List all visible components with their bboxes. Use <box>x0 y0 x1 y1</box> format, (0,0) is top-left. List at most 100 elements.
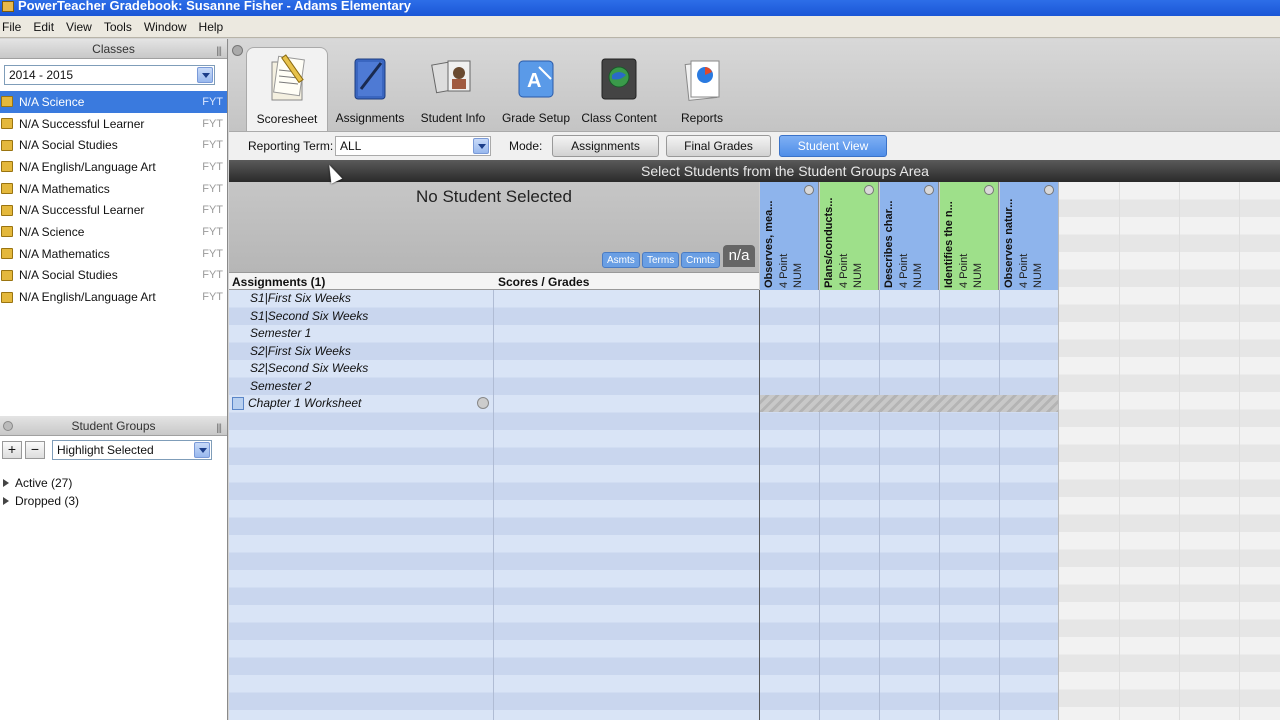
table-row[interactable]: S2|First Six Weeks <box>229 343 759 361</box>
tab-label: Class Content <box>581 111 657 125</box>
panel-grip-icon[interactable]: ||| <box>216 419 222 439</box>
column-menu-icon[interactable] <box>804 185 814 195</box>
column-divider <box>1119 182 1120 720</box>
control-bar: Reporting Term: ALL Mode: Assignments Fi… <box>229 131 1280 160</box>
standard-column-header[interactable]: Observes, mea... 4 Point NUM <box>760 182 819 290</box>
table-row[interactable]: S1|First Six Weeks <box>229 290 759 308</box>
table-row[interactable]: S1|Second Six Weeks <box>229 308 759 326</box>
menu-file[interactable]: File <box>0 20 29 34</box>
assignment-menu-icon[interactable] <box>477 397 489 409</box>
menu-edit[interactable]: Edit <box>31 20 62 34</box>
instruction-banner: Select Students from the Student Groups … <box>229 160 1280 182</box>
standard-type: NUM <box>852 262 864 288</box>
class-item[interactable]: N/A Successful Learner FYT <box>0 113 227 135</box>
tab-assignments[interactable]: Assignments <box>329 47 411 131</box>
assignments-column-header[interactable]: Assignments (1) <box>232 275 325 289</box>
collapse-icon[interactable] <box>232 45 243 56</box>
tab-label: Student Info <box>420 111 486 125</box>
class-item[interactable]: N/A Social Studies FYT <box>0 265 227 287</box>
standard-points: 4 Point <box>1018 253 1030 288</box>
standard-column-header[interactable]: Plans/conducts... 4 Point NUM <box>820 182 879 290</box>
column-divider <box>939 290 940 720</box>
scores-column-header[interactable]: Scores / Grades <box>498 275 589 289</box>
highlight-select-value: Highlight Selected <box>57 443 154 457</box>
class-item[interactable]: N/A English/Language Art FYT <box>0 286 227 308</box>
class-item[interactable]: N/A Science FYT <box>0 221 227 243</box>
class-code: FYT <box>202 204 223 217</box>
menu-window[interactable]: Window <box>142 20 195 34</box>
class-item[interactable]: N/A Mathematics FYT <box>0 178 227 200</box>
banner-text: Select Students from the Student Groups … <box>641 163 929 179</box>
tab-student-info[interactable]: Student Info <box>412 47 494 131</box>
class-item[interactable]: N/A English/Language Art FYT <box>0 156 227 178</box>
row-label: Semester 1 <box>250 326 312 340</box>
column-menu-icon[interactable] <box>924 185 934 195</box>
class-item[interactable]: N/A Mathematics FYT <box>0 243 227 265</box>
menu-view[interactable]: View <box>64 20 100 34</box>
table-row[interactable]: Semester 2 <box>229 378 759 396</box>
class-item[interactable]: N/A Successful Learner FYT <box>0 199 227 221</box>
left-panel: Classes ||| 2014 - 2015 N/A Science FYT N… <box>0 39 228 720</box>
remove-group-button[interactable]: − <box>25 441 45 459</box>
chevron-down-icon[interactable] <box>197 67 213 83</box>
mode-final-grades-button[interactable]: Final Grades <box>666 135 771 157</box>
panel-grip-icon[interactable]: ||| <box>216 42 222 62</box>
folder-icon <box>1 204 13 216</box>
class-name: N/A Mathematics <box>19 181 110 196</box>
column-divider <box>999 290 1000 720</box>
standard-title: Identifies the n... <box>943 201 955 288</box>
column-menu-icon[interactable] <box>1044 185 1054 195</box>
class-list: N/A Science FYT N/A Successful Learner FYT… <box>0 91 227 308</box>
standard-column-header[interactable]: Observes natur... 4 Point NUM <box>1000 182 1059 290</box>
column-menu-icon[interactable] <box>864 185 874 195</box>
chevron-down-icon[interactable] <box>194 442 210 458</box>
class-content-icon <box>601 58 637 100</box>
menu-help[interactable]: Help <box>197 20 232 34</box>
standard-title: Plans/conducts... <box>823 197 835 288</box>
folder-icon <box>1 269 13 281</box>
tab-label: Reports <box>680 111 724 125</box>
mode-student-view-button[interactable]: Student View <box>779 135 887 157</box>
group-active[interactable]: Active (27) <box>0 476 227 494</box>
highlight-select[interactable]: Highlight Selected <box>52 440 212 460</box>
tab-reports[interactable]: Reports <box>661 47 743 131</box>
table-row[interactable]: Semester 1 <box>229 325 759 343</box>
group-dropped[interactable]: Dropped (3) <box>0 494 227 512</box>
column-divider <box>759 290 760 720</box>
class-code: FYT <box>202 269 223 282</box>
tab-class-content[interactable]: Class Content <box>578 47 660 131</box>
tab-scoresheet[interactable]: Scoresheet <box>246 47 328 131</box>
class-item[interactable]: N/A Science FYT <box>0 91 227 113</box>
asmts-toggle[interactable]: Asmts <box>602 252 640 268</box>
class-name: N/A Science <box>19 224 85 239</box>
row-label: Chapter 1 Worksheet <box>248 396 362 410</box>
menu-tools[interactable]: Tools <box>102 20 140 34</box>
standard-column-header[interactable]: Identifies the n... 4 Point NUM <box>940 182 999 290</box>
terms-toggle[interactable]: Terms <box>642 252 680 268</box>
standard-points: 4 Point <box>958 253 970 288</box>
folder-icon <box>1 291 13 303</box>
folder-icon <box>1 183 13 195</box>
window-title: PowerTeacher Gradebook: Susanne Fisher -… <box>18 0 412 13</box>
table-row[interactable]: S2|Second Six Weeks <box>229 360 759 378</box>
mode-assignments-button[interactable]: Assignments <box>552 135 659 157</box>
reporting-term-select[interactable]: ALL <box>335 136 491 156</box>
collapse-icon[interactable] <box>3 421 13 431</box>
class-code: FYT <box>202 160 223 173</box>
reporting-term-value: ALL <box>340 139 362 153</box>
cmnts-toggle[interactable]: Cmnts <box>681 252 720 268</box>
class-name: N/A Social Studies <box>19 138 118 153</box>
class-item[interactable]: N/A Social Studies FYT <box>0 134 227 156</box>
chevron-down-icon[interactable] <box>473 138 489 154</box>
standard-column-header[interactable]: Describes char... 4 Point NUM <box>880 182 939 290</box>
standard-type: NUM <box>1032 262 1044 288</box>
column-divider <box>879 290 880 720</box>
add-group-button[interactable]: + <box>2 441 22 459</box>
year-select[interactable]: 2014 - 2015 <box>4 65 215 85</box>
tab-grade-setup[interactable]: A Grade Setup <box>495 47 577 131</box>
classes-title: Classes <box>92 42 135 56</box>
column-menu-icon[interactable] <box>984 185 994 195</box>
table-row[interactable]: Chapter 1 Worksheet <box>229 395 759 413</box>
folder-icon <box>1 248 13 260</box>
class-name: N/A Science <box>19 94 85 109</box>
